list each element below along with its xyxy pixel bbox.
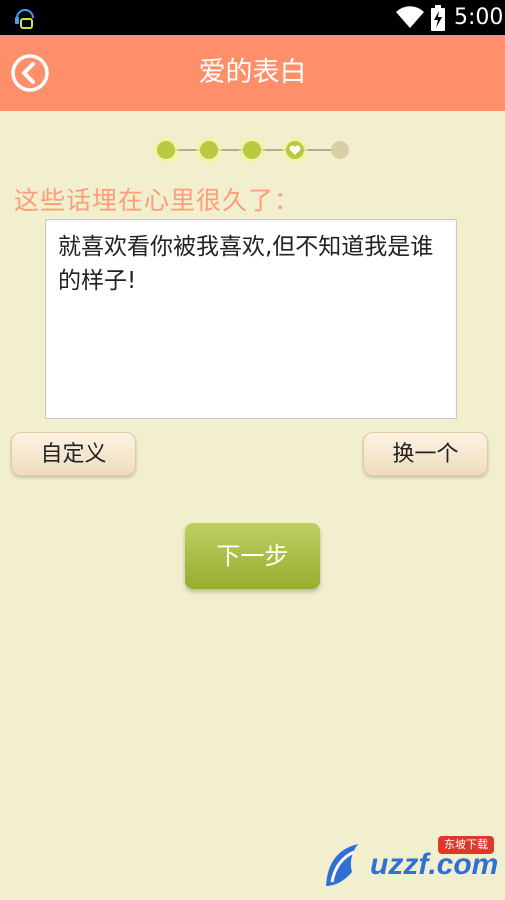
uzzf-logo-icon	[326, 844, 358, 886]
step-dot-2	[196, 137, 222, 163]
page-title: 爱的表白	[198, 57, 307, 88]
message-textarea[interactable]: 就喜欢看你被我喜欢,但不知道我是谁的样子!	[45, 219, 457, 419]
custom-button[interactable]: 自定义	[11, 432, 136, 476]
change-button[interactable]: 换一个	[363, 432, 488, 476]
app-header: 爱的表白	[0, 35, 505, 111]
prompt-text: 这些话埋在心里很久了：	[14, 186, 301, 215]
status-bar: 5:00	[0, 0, 505, 35]
status-time: 5:00	[454, 5, 504, 30]
step-dot-5	[331, 141, 349, 159]
step-progress	[153, 137, 349, 163]
headset-bot-icon	[15, 9, 34, 29]
watermark-tag: 东坡下载	[438, 836, 494, 854]
watermark-logo: uzzf.com 东坡下载	[318, 832, 503, 898]
step-dot-3	[239, 137, 265, 163]
wifi-icon	[396, 6, 424, 28]
next-step-button[interactable]: 下一步	[185, 523, 320, 589]
step-dot-1	[153, 137, 179, 163]
battery-icon	[431, 5, 445, 31]
step-dot-4-current	[282, 137, 308, 163]
